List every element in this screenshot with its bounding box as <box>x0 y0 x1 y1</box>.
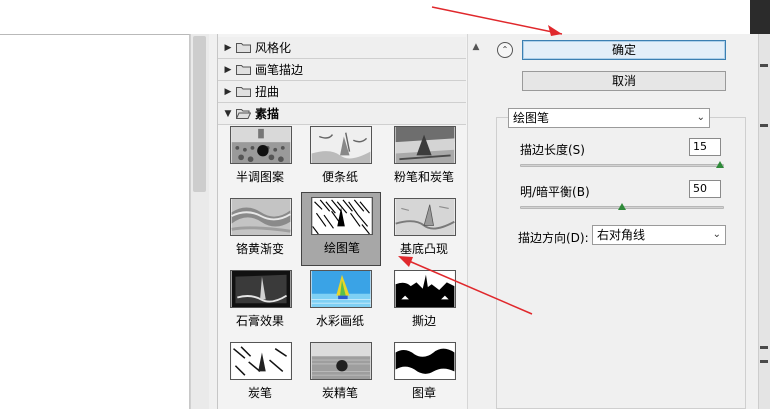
edge-tick <box>760 64 768 67</box>
filter-thumb-charcoal[interactable]: 炭笔 <box>222 338 298 402</box>
category-label: 扭曲 <box>255 85 280 99</box>
filter-label: 铬黄渐变 <box>235 242 284 256</box>
light-dark-balance-input[interactable]: 50 <box>689 180 721 198</box>
water-paper-thumbnail-icon <box>310 270 372 308</box>
filter-label: 基底凸现 <box>399 242 448 256</box>
filter-label: 绘图笔 <box>323 241 360 255</box>
filter-label: 图章 <box>411 386 436 400</box>
filter-thumb-chalk-charcoal[interactable]: 粉笔和炭笔 <box>386 122 462 186</box>
expand-arrow-icon[interactable]: ▶ <box>220 87 236 97</box>
filter-thumb-plaster[interactable]: 石膏效果 <box>222 266 298 330</box>
category-label: 风格化 <box>255 41 292 55</box>
category-brush-strokes[interactable]: ▶ 画笔描边 <box>218 59 466 81</box>
conte-crayon-thumbnail-icon <box>310 342 372 380</box>
filter-thumb-graphic-pen[interactable]: 绘图笔 <box>301 192 381 266</box>
collapse-arrow-icon[interactable]: ▼ <box>220 109 236 119</box>
filter-label: 水彩画纸 <box>315 314 364 328</box>
torn-edges-thumbnail-icon <box>394 270 456 308</box>
category-distort[interactable]: ▶ 扭曲 <box>218 81 466 103</box>
chalk-charcoal-thumbnail-icon <box>394 126 456 164</box>
filter-label: 便条纸 <box>321 170 358 184</box>
chrome-thumbnail-icon <box>230 198 292 236</box>
open-folder-icon <box>236 109 251 119</box>
filter-thumb-conte-crayon[interactable]: 炭精笔 <box>302 338 378 402</box>
folder-icon <box>236 43 251 53</box>
right-edge-strip <box>758 34 770 409</box>
filter-tree-scrollbar[interactable] <box>467 34 485 409</box>
edge-tick <box>760 124 768 127</box>
filter-label: 撕边 <box>411 314 436 328</box>
cancel-button[interactable]: 取消 <box>522 71 726 91</box>
filter-label: 炭笔 <box>247 386 272 400</box>
stamp-thumbnail-icon <box>394 342 456 380</box>
filter-thumb-halftone[interactable]: 半调图案 <box>222 122 298 186</box>
expand-arrow-icon[interactable]: ▶ <box>220 65 236 75</box>
filter-thumb-torn-edges[interactable]: 撕边 <box>386 266 462 330</box>
panel-divider <box>209 34 217 409</box>
expand-arrow-icon[interactable]: ▶ <box>220 43 236 53</box>
stroke-length-label: 描边长度(S) <box>520 143 585 157</box>
ok-button[interactable]: 确定 <box>522 40 726 60</box>
stroke-length-slider-knob[interactable] <box>716 161 724 168</box>
filter-settings-box <box>496 117 746 409</box>
top-edge <box>750 0 770 34</box>
top-strip <box>0 0 770 34</box>
category-label: 画笔描边 <box>255 63 304 77</box>
edge-tick <box>760 346 768 349</box>
filter-label: 炭精笔 <box>321 386 358 400</box>
edge-tick <box>760 360 768 363</box>
filter-label: 粉笔和炭笔 <box>393 170 454 184</box>
filter-select-value: 绘图笔 <box>513 111 550 125</box>
scroll-up-arrow-icon[interactable]: ▲ <box>469 40 483 54</box>
halftone-pattern-thumbnail-icon <box>230 126 292 164</box>
filter-thumb-note-paper[interactable]: 便条纸 <box>302 122 378 186</box>
chevron-down-icon: ⌄ <box>712 229 721 240</box>
filter-thumb-bas-relief[interactable]: 基底凸现 <box>386 194 462 258</box>
stroke-direction-select[interactable]: 右对角线 ⌄ <box>592 225 726 245</box>
stroke-length-input[interactable]: 15 <box>689 138 721 156</box>
note-paper-thumbnail-icon <box>310 126 372 164</box>
preview-canvas[interactable] <box>0 34 190 409</box>
preview-scrollbar-thumb[interactable] <box>193 36 206 192</box>
filter-label: 半调图案 <box>235 170 284 184</box>
filter-thumb-stamp[interactable]: 图章 <box>386 338 462 402</box>
filter-thumb-water-paper[interactable]: 水彩画纸 <box>302 266 378 330</box>
graphic-pen-thumbnail-icon <box>311 197 373 235</box>
filter-label: 石膏效果 <box>235 314 284 328</box>
filter-select[interactable]: 绘图笔 ⌄ <box>508 108 710 128</box>
category-stylize[interactable]: ▶ 风格化 <box>218 37 466 59</box>
folder-icon <box>236 65 251 75</box>
folder-icon <box>236 87 251 97</box>
chevron-down-icon: ⌄ <box>696 112 705 123</box>
collapse-panel-icon[interactable]: ⌃ <box>497 42 513 58</box>
stroke-direction-label: 描边方向(D): <box>518 231 589 245</box>
bas-relief-thumbnail-icon <box>394 198 456 236</box>
stroke-length-slider[interactable] <box>520 164 724 167</box>
light-dark-balance-label: 明/暗平衡(B) <box>520 185 590 199</box>
filter-thumb-chrome[interactable]: 铬黄渐变 <box>222 194 298 258</box>
category-label: 素描 <box>255 107 280 121</box>
charcoal-thumbnail-icon <box>230 342 292 380</box>
light-dark-balance-slider-knob[interactable] <box>618 203 626 210</box>
plaster-thumbnail-icon <box>230 270 292 308</box>
stroke-direction-value: 右对角线 <box>597 228 646 242</box>
